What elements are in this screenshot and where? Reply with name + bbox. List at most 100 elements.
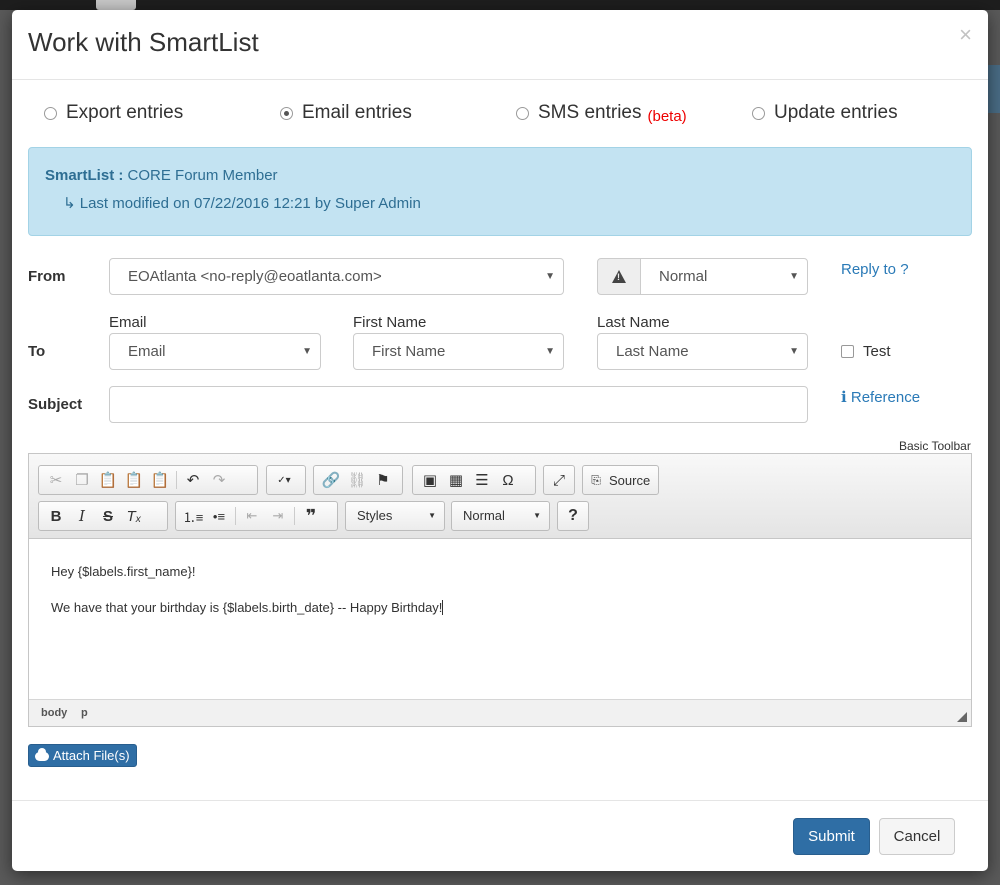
rich-text-editor: ✂ ❐ 📋 📋 📋 ↶ ↷ ✓▾ 🔗 ⛓ ⚑ ▣ ▦ ☰ Ω ⤢ ⎘ Sourc… — [28, 453, 972, 727]
action-radio-group: Export entries Email entries SMS entries… — [12, 102, 988, 132]
toolbar-separator — [235, 507, 236, 525]
to-last-name-value: Last Name — [616, 343, 689, 360]
to-last-name-select[interactable]: Last Name ▼ — [597, 333, 808, 370]
chevron-down-icon: ▼ — [533, 511, 541, 520]
radio-dot — [516, 106, 529, 120]
to-label: To — [28, 343, 46, 360]
editor-content[interactable]: Hey {$labels.first_name}! We have that y… — [29, 540, 971, 698]
radio-dot — [44, 106, 57, 120]
smartlist-modified-line: ↳ Last modified on 07/22/2016 12:21 by S… — [63, 194, 421, 212]
reference-label: Reference — [850, 389, 921, 406]
chevron-down-icon: ▼ — [428, 511, 436, 520]
chevron-down-icon: ▼ — [545, 271, 555, 282]
reply-to-link[interactable]: Reply to ? — [841, 261, 909, 278]
to-first-name-value: First Name — [372, 343, 446, 360]
warning-icon — [612, 270, 626, 283]
modal-header: Work with SmartList × — [12, 10, 988, 80]
clipboard-group: ✂ ❐ 📋 📋 📋 ↶ ↷ — [38, 465, 258, 495]
horizontal-line-icon[interactable]: ☰ — [469, 468, 495, 492]
remove-format-icon[interactable]: Tₓ — [121, 504, 147, 528]
cloud-upload-icon — [35, 748, 49, 761]
smartlist-label: SmartList : — [45, 167, 124, 184]
paste-word-icon[interactable]: 📋 — [147, 468, 173, 492]
link-icon[interactable]: 🔗 — [318, 468, 344, 492]
undo-icon[interactable]: ↶ — [180, 468, 206, 492]
maximize-group: ⤢ — [543, 465, 575, 495]
anchor-flag-icon[interactable]: ⚑ — [370, 468, 396, 492]
radio-label: Update entries — [774, 102, 898, 123]
radio-export-entries[interactable]: Export entries — [44, 102, 183, 124]
path-body[interactable]: body — [41, 707, 67, 719]
editor-toolbar: ✂ ❐ 📋 📋 📋 ↶ ↷ ✓▾ 🔗 ⛓ ⚑ ▣ ▦ ☰ Ω ⤢ ⎘ Sourc… — [29, 454, 971, 539]
strikethrough-icon[interactable]: S — [95, 504, 121, 528]
modal-title: Work with SmartList — [28, 27, 259, 57]
modal-footer: Submit Cancel — [12, 800, 988, 871]
radio-label: SMS entries — [538, 102, 642, 123]
subject-input[interactable] — [109, 386, 808, 423]
redo-icon[interactable]: ↷ — [206, 468, 232, 492]
table-icon[interactable]: ▦ — [443, 468, 469, 492]
radio-dot — [752, 106, 765, 120]
background-page-strip — [988, 65, 1000, 113]
unlink-icon[interactable]: ⛓ — [344, 468, 370, 492]
from-select-value: EOAtlanta <no-reply@eoatlanta.com> — [128, 268, 382, 285]
paste-icon[interactable]: 📋 — [95, 468, 121, 492]
bulleted-list-icon[interactable]: •≡ — [206, 504, 232, 528]
format-combo[interactable]: Normal ▼ — [451, 501, 550, 531]
chevron-down-icon: ▼ — [302, 346, 312, 357]
editor-path-bar: body p — [29, 699, 971, 726]
outdent-icon[interactable]: ⇤ — [239, 504, 265, 528]
help-button[interactable]: ? — [557, 501, 589, 531]
maximize-icon[interactable]: ⤢ — [548, 468, 570, 492]
spellcheck-group: ✓▾ — [266, 465, 306, 495]
test-checkbox[interactable] — [841, 345, 854, 358]
chevron-down-icon: ▼ — [789, 271, 799, 282]
cut-icon[interactable]: ✂ — [43, 468, 69, 492]
text-cursor — [442, 600, 444, 615]
to-first-name-select[interactable]: First Name ▼ — [353, 333, 564, 370]
priority-addon — [597, 258, 641, 295]
paste-text-icon[interactable]: 📋 — [121, 468, 147, 492]
to-email-select[interactable]: Email ▼ — [109, 333, 321, 370]
source-button[interactable]: ⎘ Source — [582, 465, 659, 495]
path-p[interactable]: p — [81, 707, 88, 719]
italic-icon[interactable]: I — [69, 504, 95, 528]
source-label: Source — [609, 472, 651, 488]
smartlist-modal: Work with SmartList × Export entries Ema… — [12, 10, 988, 871]
blockquote-icon[interactable]: ❞ — [298, 504, 324, 528]
attach-files-button[interactable]: Attach File(s) — [28, 744, 137, 767]
bold-icon[interactable]: B — [43, 504, 69, 528]
radio-update-entries[interactable]: Update entries — [752, 102, 898, 124]
chevron-down-icon: ▼ — [545, 346, 555, 357]
chevron-down-icon: ▼ — [789, 346, 799, 357]
image-icon[interactable]: ▣ — [417, 468, 443, 492]
to-email-value: Email — [128, 343, 166, 360]
from-label: From — [28, 268, 66, 285]
resize-handle-icon[interactable] — [957, 712, 967, 722]
styles-combo[interactable]: Styles ▼ — [345, 501, 445, 531]
radio-email-entries[interactable]: Email entries — [280, 102, 412, 124]
priority-select[interactable]: Normal ▼ — [640, 258, 808, 295]
test-label: Test — [863, 343, 891, 360]
submit-button[interactable]: Submit — [793, 818, 870, 855]
content-paragraph: We have that your birthday is {$labels.b… — [51, 600, 444, 615]
arrow-return-icon: ↳ — [63, 195, 76, 212]
reference-link[interactable]: ℹ Reference — [841, 388, 920, 406]
styles-combo-label: Styles — [357, 508, 393, 523]
insert-group: ▣ ▦ ☰ Ω — [412, 465, 536, 495]
special-char-icon[interactable]: Ω — [495, 468, 521, 492]
copy-icon[interactable]: ❐ — [69, 468, 95, 492]
indent-icon[interactable]: ⇥ — [265, 504, 291, 528]
info-icon: ℹ — [841, 389, 847, 406]
radio-sms-entries[interactable]: SMS entries (beta) — [516, 102, 687, 125]
from-select[interactable]: EOAtlanta <no-reply@eoatlanta.com> ▼ — [109, 258, 564, 295]
smartlist-name: CORE Forum Member — [127, 167, 278, 184]
cancel-button[interactable]: Cancel — [879, 818, 955, 855]
radio-label: Email entries — [302, 102, 412, 123]
col-label-first-name: First Name — [353, 314, 427, 331]
close-icon[interactable]: × — [959, 22, 972, 48]
spellcheck-icon[interactable]: ✓▾ — [271, 468, 297, 492]
content-paragraph: Hey {$labels.first_name}! — [51, 564, 196, 579]
background-search-icon — [96, 0, 136, 10]
numbered-list-icon[interactable]: ⒈≡ — [180, 504, 206, 528]
